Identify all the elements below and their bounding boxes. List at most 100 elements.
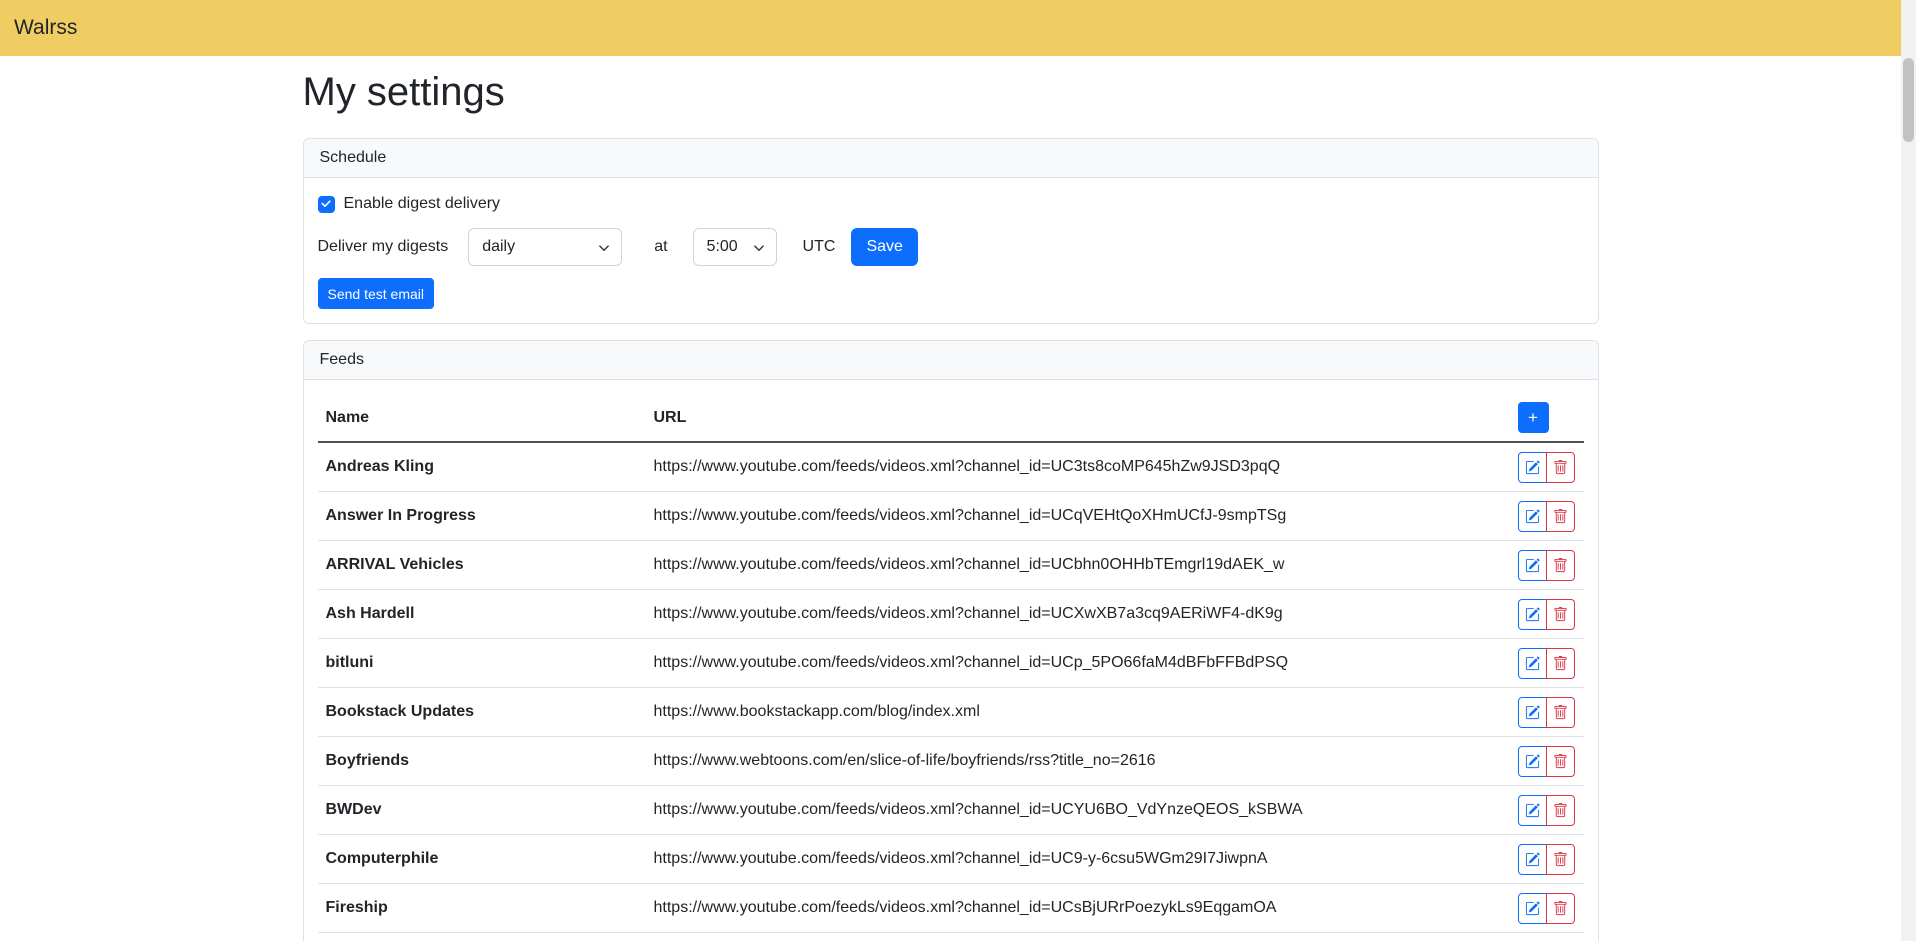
table-row: Andreas Kling https://www.youtube.com/fe… xyxy=(318,442,1584,492)
enable-digest-label[interactable]: Enable digest delivery xyxy=(344,192,501,216)
feed-actions xyxy=(1518,599,1575,630)
feed-actions xyxy=(1518,501,1575,532)
trash-icon xyxy=(1553,460,1568,475)
page-title: My settings xyxy=(303,68,1599,116)
send-test-email-button[interactable]: Send test email xyxy=(318,278,435,309)
delete-feed-button[interactable] xyxy=(1546,697,1575,728)
delete-feed-button[interactable] xyxy=(1546,746,1575,777)
edit-feed-button[interactable] xyxy=(1518,893,1547,924)
feeds-table-header-row: Name URL + xyxy=(318,394,1584,442)
feed-name: Andreas Kling xyxy=(318,442,646,492)
delete-feed-button[interactable] xyxy=(1546,648,1575,679)
edit-feed-button[interactable] xyxy=(1518,501,1547,532)
delete-feed-button[interactable] xyxy=(1546,844,1575,875)
scrollbar-thumb[interactable] xyxy=(1903,58,1914,142)
pencil-square-icon xyxy=(1525,754,1540,769)
delete-feed-button[interactable] xyxy=(1546,893,1575,924)
feed-actions xyxy=(1518,746,1575,777)
feeds-table: Name URL + Andreas Kling https://www.you… xyxy=(318,394,1584,941)
feed-actions xyxy=(1518,795,1575,826)
chevron-down-icon xyxy=(753,242,765,254)
edit-feed-button[interactable] xyxy=(1518,746,1547,777)
deliver-label: Deliver my digests xyxy=(318,235,449,259)
feed-name: Bookstack Updates xyxy=(318,688,646,737)
trash-icon xyxy=(1553,558,1568,573)
save-button[interactable]: Save xyxy=(851,228,917,266)
feed-name: Go Time xyxy=(318,933,646,941)
feed-url: https://changelog.com/gotime/feed xyxy=(646,933,1510,941)
enable-digest-row: Enable digest delivery xyxy=(318,192,1584,216)
feed-url: https://www.bookstackapp.com/blog/index.… xyxy=(646,688,1510,737)
schedule-card-body: Enable digest delivery Deliver my digest… xyxy=(304,178,1598,323)
edit-feed-button[interactable] xyxy=(1518,550,1547,581)
feed-actions xyxy=(1518,452,1575,483)
check-icon xyxy=(320,198,332,210)
trash-icon xyxy=(1553,656,1568,671)
feed-actions xyxy=(1518,550,1575,581)
feeds-card-body: Name URL + Andreas Kling https://www.you… xyxy=(304,380,1598,941)
trash-icon xyxy=(1553,607,1568,622)
feeds-card-header: Feeds xyxy=(304,341,1598,380)
edit-feed-button[interactable] xyxy=(1518,648,1547,679)
column-header-url: URL xyxy=(646,394,1510,442)
delete-feed-button[interactable] xyxy=(1546,550,1575,581)
delete-feed-button[interactable] xyxy=(1546,599,1575,630)
trash-icon xyxy=(1553,803,1568,818)
enable-digest-checkbox[interactable] xyxy=(318,196,335,213)
feeds-card: Feeds Name URL + Andreas Kling https://w xyxy=(303,340,1599,941)
feed-actions xyxy=(1518,697,1575,728)
feed-url: https://www.webtoons.com/en/slice-of-lif… xyxy=(646,737,1510,786)
scrollbar[interactable] xyxy=(1901,0,1916,941)
feed-actions xyxy=(1518,648,1575,679)
delete-feed-button[interactable] xyxy=(1546,795,1575,826)
feed-url: https://www.youtube.com/feeds/videos.xml… xyxy=(646,492,1510,541)
trash-icon xyxy=(1553,705,1568,720)
feed-url: https://www.youtube.com/feeds/videos.xml… xyxy=(646,639,1510,688)
trash-icon xyxy=(1553,852,1568,867)
table-row: ARRIVAL Vehicles https://www.youtube.com… xyxy=(318,541,1584,590)
timezone-label: UTC xyxy=(803,235,836,259)
feeds-table-body: Andreas Kling https://www.youtube.com/fe… xyxy=(318,442,1584,941)
pencil-square-icon xyxy=(1525,558,1540,573)
edit-feed-button[interactable] xyxy=(1518,795,1547,826)
table-row: Computerphile https://www.youtube.com/fe… xyxy=(318,835,1584,884)
feed-name: Computerphile xyxy=(318,835,646,884)
trash-icon xyxy=(1553,901,1568,916)
edit-feed-button[interactable] xyxy=(1518,697,1547,728)
time-select-value: 5:00 xyxy=(707,235,738,259)
table-row: Answer In Progress https://www.youtube.c… xyxy=(318,492,1584,541)
feed-name: Boyfriends xyxy=(318,737,646,786)
schedule-card: Schedule Enable digest delivery Deliver … xyxy=(303,138,1599,324)
table-row: Go Time https://changelog.com/gotime/fee… xyxy=(318,933,1584,941)
time-select[interactable]: 5:00 xyxy=(693,228,777,266)
table-row: Bookstack Updates https://www.bookstacka… xyxy=(318,688,1584,737)
navbar-brand[interactable]: Walrss xyxy=(14,12,77,44)
edit-feed-button[interactable] xyxy=(1518,599,1547,630)
pencil-square-icon xyxy=(1525,705,1540,720)
navbar: Walrss xyxy=(0,0,1901,56)
pencil-square-icon xyxy=(1525,607,1540,622)
pencil-square-icon xyxy=(1525,901,1540,916)
feed-url: https://www.youtube.com/feeds/videos.xml… xyxy=(646,884,1510,933)
at-label: at xyxy=(654,235,667,259)
delete-feed-button[interactable] xyxy=(1546,501,1575,532)
table-row: BWDev https://www.youtube.com/feeds/vide… xyxy=(318,786,1584,835)
delivery-schedule-row: Deliver my digests daily at 5:00 xyxy=(318,228,1584,266)
feed-url: https://www.youtube.com/feeds/videos.xml… xyxy=(646,786,1510,835)
trash-icon xyxy=(1553,509,1568,524)
pencil-square-icon xyxy=(1525,656,1540,671)
main-container: My settings Schedule Enable digest deliv… xyxy=(291,56,1611,941)
feed-name: Fireship xyxy=(318,884,646,933)
add-feed-button[interactable]: + xyxy=(1518,402,1549,433)
feed-name: Answer In Progress xyxy=(318,492,646,541)
feed-name: bitluni xyxy=(318,639,646,688)
pencil-square-icon xyxy=(1525,803,1540,818)
delete-feed-button[interactable] xyxy=(1546,452,1575,483)
table-row: bitluni https://www.youtube.com/feeds/vi… xyxy=(318,639,1584,688)
frequency-select[interactable]: daily xyxy=(468,228,622,266)
edit-feed-button[interactable] xyxy=(1518,452,1547,483)
edit-feed-button[interactable] xyxy=(1518,844,1547,875)
feed-name: Ash Hardell xyxy=(318,590,646,639)
feed-url: https://www.youtube.com/feeds/videos.xml… xyxy=(646,442,1510,492)
page: Walrss My settings Schedule Enable diges… xyxy=(0,0,1901,941)
